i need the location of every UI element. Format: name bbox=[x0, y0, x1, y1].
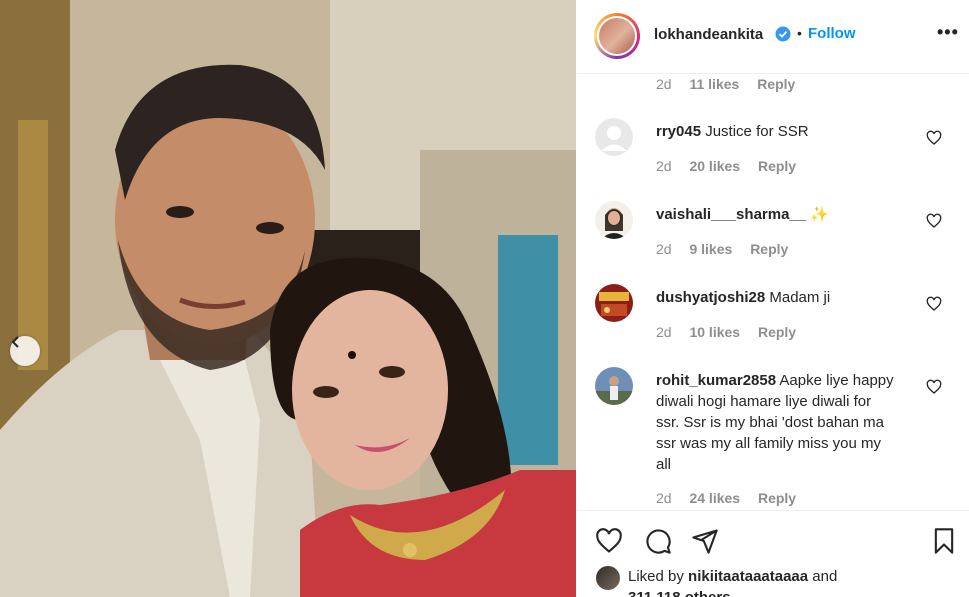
reply-button[interactable]: Reply bbox=[758, 324, 796, 340]
comment-text: rry045 Justice for SSR bbox=[656, 121, 896, 142]
reply-button[interactable]: Reply bbox=[757, 76, 795, 92]
comment-text: rohit_kumar2858 Aapke liye happy diwali … bbox=[656, 370, 896, 475]
reply-button[interactable]: Reply bbox=[758, 158, 796, 174]
comments-list[interactable]: 2d 11 likes Reply rry045 Justice for SSR… bbox=[576, 74, 969, 510]
post-photo[interactable] bbox=[0, 0, 576, 597]
heart-icon[interactable] bbox=[926, 213, 942, 229]
commenter-avatar[interactable] bbox=[595, 118, 633, 156]
comment-username[interactable]: rry045 bbox=[656, 123, 701, 140]
comment-likes[interactable]: 24 likes bbox=[689, 490, 740, 506]
comment-age: 2d bbox=[656, 241, 672, 257]
carousel-prev-button[interactable] bbox=[10, 336, 40, 366]
follow-button[interactable]: Follow bbox=[808, 25, 856, 42]
comment-body: Madam ji bbox=[769, 289, 831, 306]
commenter-avatar[interactable] bbox=[595, 284, 633, 322]
comment-meta: 2d 20 likes Reply bbox=[656, 158, 810, 174]
comment-body: Justice for SSR bbox=[705, 123, 809, 140]
liked-by-username[interactable]: nikiitaataaataaaa bbox=[688, 568, 808, 585]
sparkles-emoji: ✨ bbox=[810, 206, 829, 223]
comment-username[interactable]: dushyatjoshi28 bbox=[656, 289, 765, 306]
heart-icon[interactable] bbox=[926, 296, 942, 312]
selfie-image bbox=[0, 0, 576, 597]
post-side-panel: lokhandeankita • Follow ••• 2d 11 likes … bbox=[576, 0, 969, 597]
commenter-avatar[interactable] bbox=[595, 367, 633, 405]
comment-age: 2d bbox=[656, 158, 672, 174]
comment-age: 2d bbox=[656, 76, 672, 92]
post-actions-bar: Liked by nikiitaataaataaaa and 311,118 o… bbox=[576, 510, 969, 597]
liked-by-summary: Liked by nikiitaataaataaaa and bbox=[628, 567, 837, 587]
separator-dot: • bbox=[797, 25, 802, 41]
heart-icon[interactable] bbox=[926, 130, 942, 146]
comment-text: vaishali___sharma__ ✨ bbox=[656, 204, 896, 225]
comment-meta: 2d 9 likes Reply bbox=[656, 241, 802, 257]
liker-avatar[interactable] bbox=[596, 566, 620, 590]
comment-icon[interactable] bbox=[643, 527, 673, 555]
comment-meta: 2d 24 likes Reply bbox=[656, 490, 810, 506]
comment-text: dushyatjoshi28 Madam ji bbox=[656, 287, 896, 308]
reply-button[interactable]: Reply bbox=[750, 241, 788, 257]
comment-username[interactable]: vaishali___sharma__ bbox=[656, 206, 806, 223]
heart-icon[interactable] bbox=[926, 379, 942, 395]
comment-age: 2d bbox=[656, 490, 672, 506]
bookmark-icon[interactable] bbox=[930, 526, 958, 556]
comment-username[interactable]: rohit_kumar2858 bbox=[656, 372, 776, 389]
post-header: lokhandeankita • Follow ••• bbox=[576, 0, 969, 74]
comment-meta: 2d 10 likes Reply bbox=[656, 324, 810, 340]
comment-meta: 2d 11 likes Reply bbox=[656, 76, 809, 92]
author-username[interactable]: lokhandeankita bbox=[654, 26, 763, 43]
comment-likes[interactable]: 9 likes bbox=[689, 241, 732, 257]
share-icon[interactable] bbox=[690, 527, 720, 555]
reply-button[interactable]: Reply bbox=[758, 490, 796, 506]
comment-likes[interactable]: 10 likes bbox=[689, 324, 740, 340]
commenter-avatar[interactable] bbox=[595, 201, 633, 239]
comment-likes[interactable]: 20 likes bbox=[689, 158, 740, 174]
liked-by-suffix: and bbox=[812, 568, 838, 585]
chevron-left-icon bbox=[11, 336, 19, 348]
author-avatar[interactable] bbox=[594, 13, 640, 59]
comment-likes[interactable]: 11 likes bbox=[689, 76, 739, 92]
comment-age: 2d bbox=[656, 324, 672, 340]
likes-count[interactable]: 311,118 others bbox=[628, 589, 731, 597]
verified-icon bbox=[775, 26, 791, 42]
more-options-button[interactable]: ••• bbox=[937, 22, 959, 43]
liked-by-prefix: Liked by bbox=[628, 568, 684, 585]
heart-icon[interactable] bbox=[594, 527, 624, 555]
